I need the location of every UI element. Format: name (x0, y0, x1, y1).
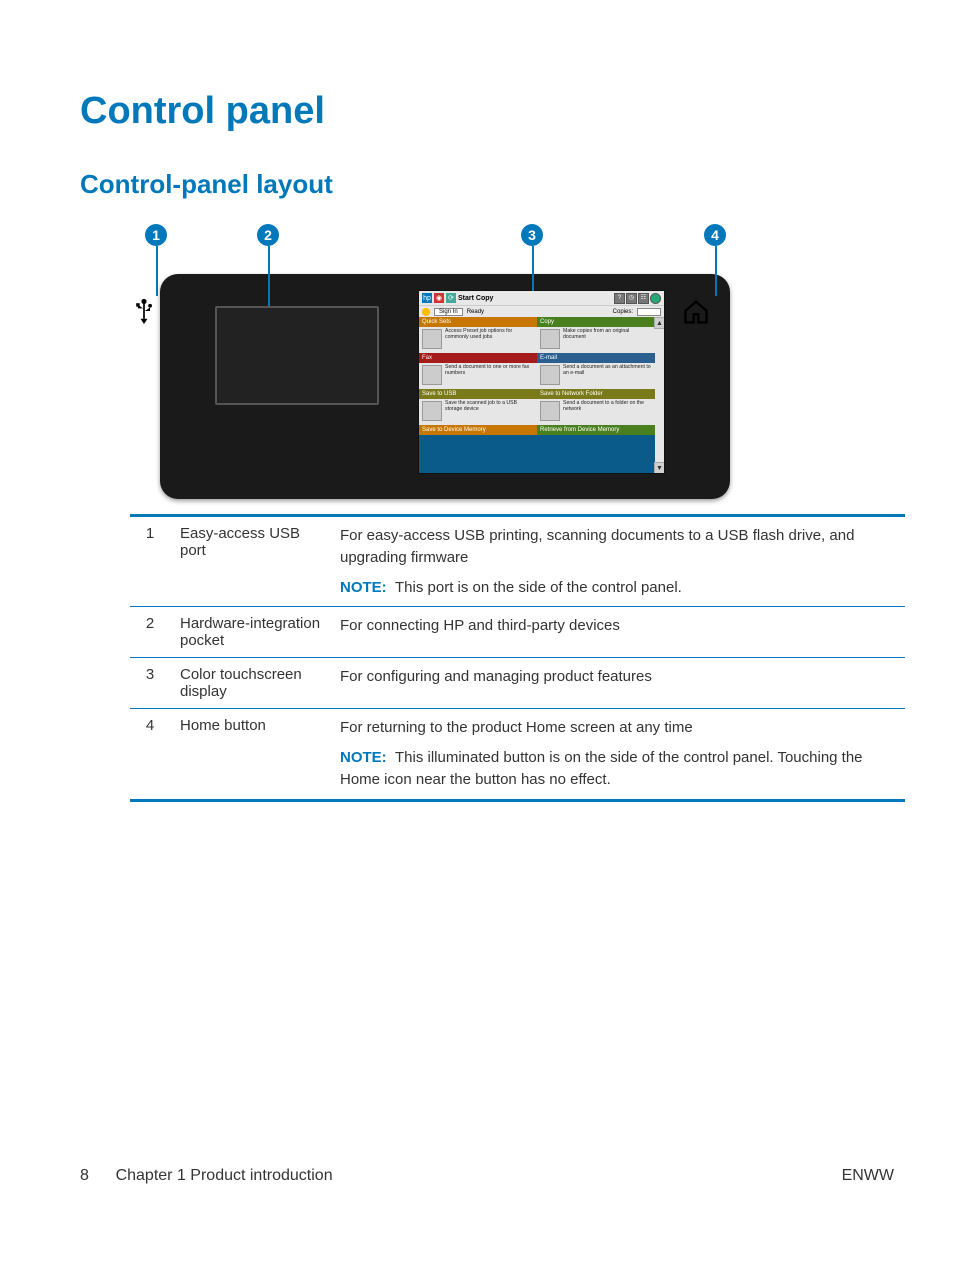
table-row: 3Color touchscreen displayFor configurin… (130, 658, 905, 709)
row-name: Hardware-integration pocket (180, 607, 340, 658)
tile-header[interactable]: Fax (419, 353, 537, 363)
help-icon: ? (614, 293, 625, 304)
callout-table: 1Easy-access USB portFor easy-access USB… (130, 514, 905, 802)
row-name: Home button (180, 709, 340, 800)
ts-topbar: hp ◉ ⟳ Start Copy ? ◷ ☷ (419, 291, 664, 305)
status-icon (650, 293, 661, 304)
tile-body[interactable]: Send a document as an attachment to an e… (537, 363, 655, 389)
clock-icon: ◷ (626, 293, 637, 304)
callout-2: 2 (257, 224, 279, 246)
note-label: NOTE: (340, 749, 387, 766)
tile-body[interactable]: Send a document to a folder on the netwo… (537, 399, 655, 425)
callout-3-line (532, 246, 534, 291)
ts-scrollbar[interactable]: ▲ ▼ (655, 317, 664, 474)
network-icon: ☷ (638, 293, 649, 304)
page-number: 8 (80, 1167, 89, 1184)
ts-title: Start Copy (458, 295, 493, 302)
sign-in-button[interactable]: Sign In (434, 308, 463, 316)
tile-header[interactable]: Retrieve from Device Memory (537, 425, 655, 435)
tile-body[interactable]: Save the scanned job to a USB storage de… (419, 399, 537, 425)
tile-header[interactable]: Save to USB (419, 389, 537, 399)
callout-1: 1 (145, 224, 167, 246)
tile-body[interactable]: Send a document to one or more fax numbe… (419, 363, 537, 389)
tile-desc: Send a document to one or more fax numbe… (445, 365, 534, 377)
tile-header[interactable]: Save to Device Memory (419, 425, 537, 435)
tile-icon (540, 401, 560, 421)
ts-status-row: Sign In Ready Copies: (419, 305, 664, 317)
tile-header[interactable]: E-mail (537, 353, 655, 363)
scroll-down-icon[interactable]: ▼ (654, 462, 665, 474)
hp-logo-icon: hp (422, 293, 432, 303)
section-title: Control-panel layout (80, 169, 894, 200)
tile-desc: Send a document to a folder on the netwo… (563, 401, 652, 413)
page-footer: 8 Chapter 1 Product introduction ENWW (80, 1167, 894, 1185)
tile-body[interactable]: Access Preset job options for commonly u… (419, 327, 537, 353)
note-label: NOTE: (340, 579, 387, 596)
row-name: Color touchscreen display (180, 658, 340, 709)
tile-icon (422, 401, 442, 421)
table-row: 1Easy-access USB portFor easy-access USB… (130, 516, 905, 607)
row-num: 4 (130, 709, 180, 800)
warn-icon (422, 308, 430, 316)
hardware-integration-pocket (215, 306, 379, 405)
row-desc: For easy-access USB printing, scanning d… (340, 516, 905, 607)
table-row: 2Hardware-integration pocketFor connecti… (130, 607, 905, 658)
row-name: Easy-access USB port (180, 516, 340, 607)
tile-icon (540, 365, 560, 385)
row-num: 1 (130, 516, 180, 607)
tile-body[interactable]: Make copies from an original document (537, 327, 655, 353)
callout-4: 4 (704, 224, 726, 246)
tile-header[interactable]: Copy (537, 317, 655, 327)
callout-3: 3 (521, 224, 543, 246)
ready-label: Ready (467, 309, 484, 315)
refresh-icon: ⟳ (446, 293, 456, 303)
callout-1-line (156, 246, 158, 296)
row-desc: For connecting HP and third-party device… (340, 607, 905, 658)
control-panel-diagram: 1 2 3 4 (130, 214, 810, 514)
callout-4-line (715, 246, 717, 296)
chapter-name: Chapter 1 Product introduction (116, 1167, 333, 1184)
tile-icon (540, 329, 560, 349)
row-num: 3 (130, 658, 180, 709)
tile-desc: Make copies from an original document (563, 329, 652, 341)
row-desc: For returning to the product Home screen… (340, 709, 905, 800)
tile-icon (422, 365, 442, 385)
page-title: Control panel (80, 90, 894, 133)
tile-desc: Send a document as an attachment to an e… (563, 365, 652, 377)
copies-label: Copies: (613, 309, 633, 315)
home-button[interactable] (682, 298, 710, 326)
tile-header[interactable]: Save to Network Folder (537, 389, 655, 399)
language-code: ENWW (842, 1167, 894, 1185)
tile-icon (422, 329, 442, 349)
touchscreen-display: hp ◉ ⟳ Start Copy ? ◷ ☷ Sign In R (418, 290, 665, 474)
copies-field[interactable] (637, 308, 661, 316)
device-body: hp ◉ ⟳ Start Copy ? ◷ ☷ Sign In R (160, 274, 730, 499)
row-num: 2 (130, 607, 180, 658)
callout-2-line (268, 246, 270, 306)
tile-desc: Save the scanned job to a USB storage de… (445, 401, 534, 413)
tile-header[interactable]: Quick Sets (419, 317, 537, 327)
scroll-up-icon[interactable]: ▲ (654, 317, 665, 329)
usb-icon (135, 298, 153, 330)
table-row: 4Home buttonFor returning to the product… (130, 709, 905, 800)
stop-icon: ◉ (434, 293, 444, 303)
tile-desc: Access Preset job options for commonly u… (445, 329, 534, 341)
row-desc: For configuring and managing product fea… (340, 658, 905, 709)
